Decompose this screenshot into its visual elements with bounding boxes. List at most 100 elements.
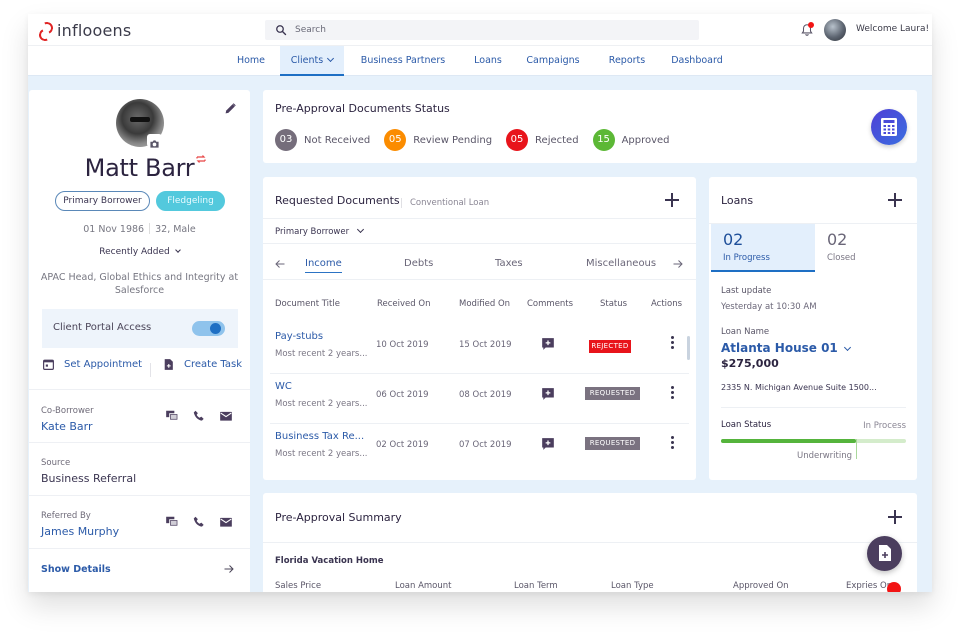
call-button[interactable] (192, 408, 206, 422)
status-counts: 03 Not Received 05 Review Pending 05 Rej… (275, 129, 684, 151)
tab-miscellaneous[interactable]: Miscellaneous (586, 258, 656, 269)
borrower-select[interactable]: Primary Borrower (275, 225, 365, 237)
avatar-photo (130, 117, 150, 122)
add-loan-button[interactable] (888, 193, 902, 207)
call-button[interactable] (192, 514, 206, 528)
col-loan-amount: Loan Amount (395, 581, 452, 591)
loan-type-subtitle: Conventional Loan (401, 198, 489, 208)
referred-by-label: Referred By (41, 511, 91, 521)
chevron-down-icon (174, 247, 181, 253)
document-description: Most recent 2 years... (275, 349, 368, 359)
status-not-received[interactable]: 03 Not Received (275, 129, 370, 151)
divider (29, 389, 250, 390)
col-status[interactable]: Status (600, 299, 627, 309)
requested-docs-title: Requested Documents (275, 194, 400, 207)
loan-name: Atlanta House 01 (721, 341, 838, 355)
document-description: Most recent 2 years... (275, 399, 368, 409)
portal-access-toggle[interactable] (192, 321, 225, 336)
phone-icon (193, 516, 204, 527)
show-details-link[interactable]: Show Details (41, 564, 111, 575)
more-actions-icon[interactable] (669, 386, 675, 402)
chat-button[interactable] (165, 408, 179, 422)
progress-marker (856, 439, 858, 459)
search-input[interactable] (295, 25, 675, 35)
status-rejected[interactable]: 05 Rejected (506, 129, 579, 151)
more-actions-icon[interactable] (669, 336, 675, 352)
calculator-icon (881, 118, 897, 136)
arrow-right-icon[interactable] (672, 258, 684, 270)
arrow-left-icon[interactable] (274, 258, 286, 270)
loans-card: Loans 02 In Progress 02 Closed Last upda… (709, 177, 917, 480)
set-appointment-button[interactable]: Set Appointmet (42, 358, 142, 371)
status-count-badge: 05 (506, 129, 529, 151)
nav-business-partners[interactable]: Business Partners (356, 46, 450, 76)
calculator-button[interactable] (871, 109, 907, 145)
create-task-button[interactable]: Create Task (162, 358, 242, 371)
divider (263, 542, 917, 543)
loans-title: Loans (721, 194, 754, 207)
table-row: Pay-stubs Most recent 2 years... 10 Oct … (263, 323, 696, 373)
divider (263, 279, 696, 280)
loan-name-dropdown[interactable]: Atlanta House 01 (721, 341, 851, 355)
search-bar[interactable] (265, 20, 699, 40)
add-comment-icon[interactable] (541, 437, 555, 451)
nav-campaigns-label: Campaigns (526, 55, 580, 66)
co-borrower-link[interactable]: Kate Barr (41, 420, 92, 433)
tab-taxes[interactable]: Taxes (495, 258, 523, 269)
nav-reports[interactable]: Reports (604, 46, 650, 76)
loan-tab-closed[interactable]: 02 Closed (815, 224, 919, 272)
status-badge: REQUESTED (585, 387, 640, 400)
nav-clients[interactable]: Clients (280, 46, 344, 76)
add-comment-icon[interactable] (541, 337, 555, 351)
col-received-on[interactable]: Received On (377, 299, 430, 309)
edit-pencil-icon[interactable] (224, 102, 237, 115)
recently-added-dropdown[interactable]: Recently Added (29, 247, 250, 257)
email-button[interactable] (219, 408, 233, 422)
table-scrollbar[interactable] (687, 336, 690, 360)
pre-approval-status-card: Pre-Approval Documents Status 03 Not Rec… (263, 90, 917, 163)
add-comment-icon[interactable] (541, 387, 555, 401)
add-summary-button[interactable] (888, 510, 902, 524)
divider (29, 548, 250, 549)
user-avatar[interactable] (824, 19, 846, 41)
add-document-fab[interactable] (867, 536, 902, 571)
nav-home[interactable]: Home (228, 46, 274, 76)
portal-access-label: Client Portal Access (53, 322, 152, 333)
col-document-title[interactable]: Document Title (275, 299, 340, 309)
change-photo-button[interactable] (147, 134, 162, 148)
document-title-link[interactable]: Business Tax Re... (275, 431, 364, 442)
loan-tab-label: Closed (827, 253, 856, 263)
swap-icon[interactable] (195, 153, 207, 165)
col-comments[interactable]: Comments (527, 299, 573, 309)
chevron-down-icon (327, 54, 335, 63)
add-document-button[interactable] (665, 193, 679, 207)
chat-button[interactable] (165, 514, 179, 528)
document-description: Most recent 2 years... (275, 449, 368, 459)
referred-by-link[interactable]: James Murphy (41, 525, 119, 538)
nav-campaigns[interactable]: Campaigns (522, 46, 584, 76)
recently-added-label: Recently Added (99, 247, 170, 257)
source-value: Business Referral (41, 472, 137, 485)
set-appointment-label: Set Appointmet (64, 359, 143, 370)
nav-loans[interactable]: Loans (468, 46, 508, 76)
status-review-pending[interactable]: 05 Review Pending (384, 129, 492, 151)
status-approved[interactable]: 15 Approved (592, 129, 670, 151)
top-header: inflooens Welcome Laura! (28, 14, 932, 46)
logo[interactable]: inflooens (41, 20, 131, 40)
col-actions[interactable]: Actions (651, 299, 682, 309)
loan-amount: $275,000 (721, 357, 779, 370)
more-actions-icon[interactable] (669, 436, 675, 452)
nav-home-label: Home (236, 55, 266, 66)
email-button[interactable] (219, 514, 233, 528)
divider (29, 495, 250, 496)
tab-debts[interactable]: Debts (404, 258, 433, 269)
loan-tab-label: In Progress (723, 253, 770, 263)
col-modified-on[interactable]: Modified On (459, 299, 510, 309)
tab-income[interactable]: Income (305, 258, 342, 273)
loan-tab-in-progress[interactable]: 02 In Progress (711, 224, 815, 272)
document-title-link[interactable]: Pay-stubs (275, 331, 323, 342)
document-title-link[interactable]: WC (275, 381, 292, 392)
arrow-right-icon[interactable] (223, 563, 235, 575)
loan-status-label: Loan Status (721, 420, 772, 430)
nav-dashboard[interactable]: Dashboard (668, 46, 726, 76)
